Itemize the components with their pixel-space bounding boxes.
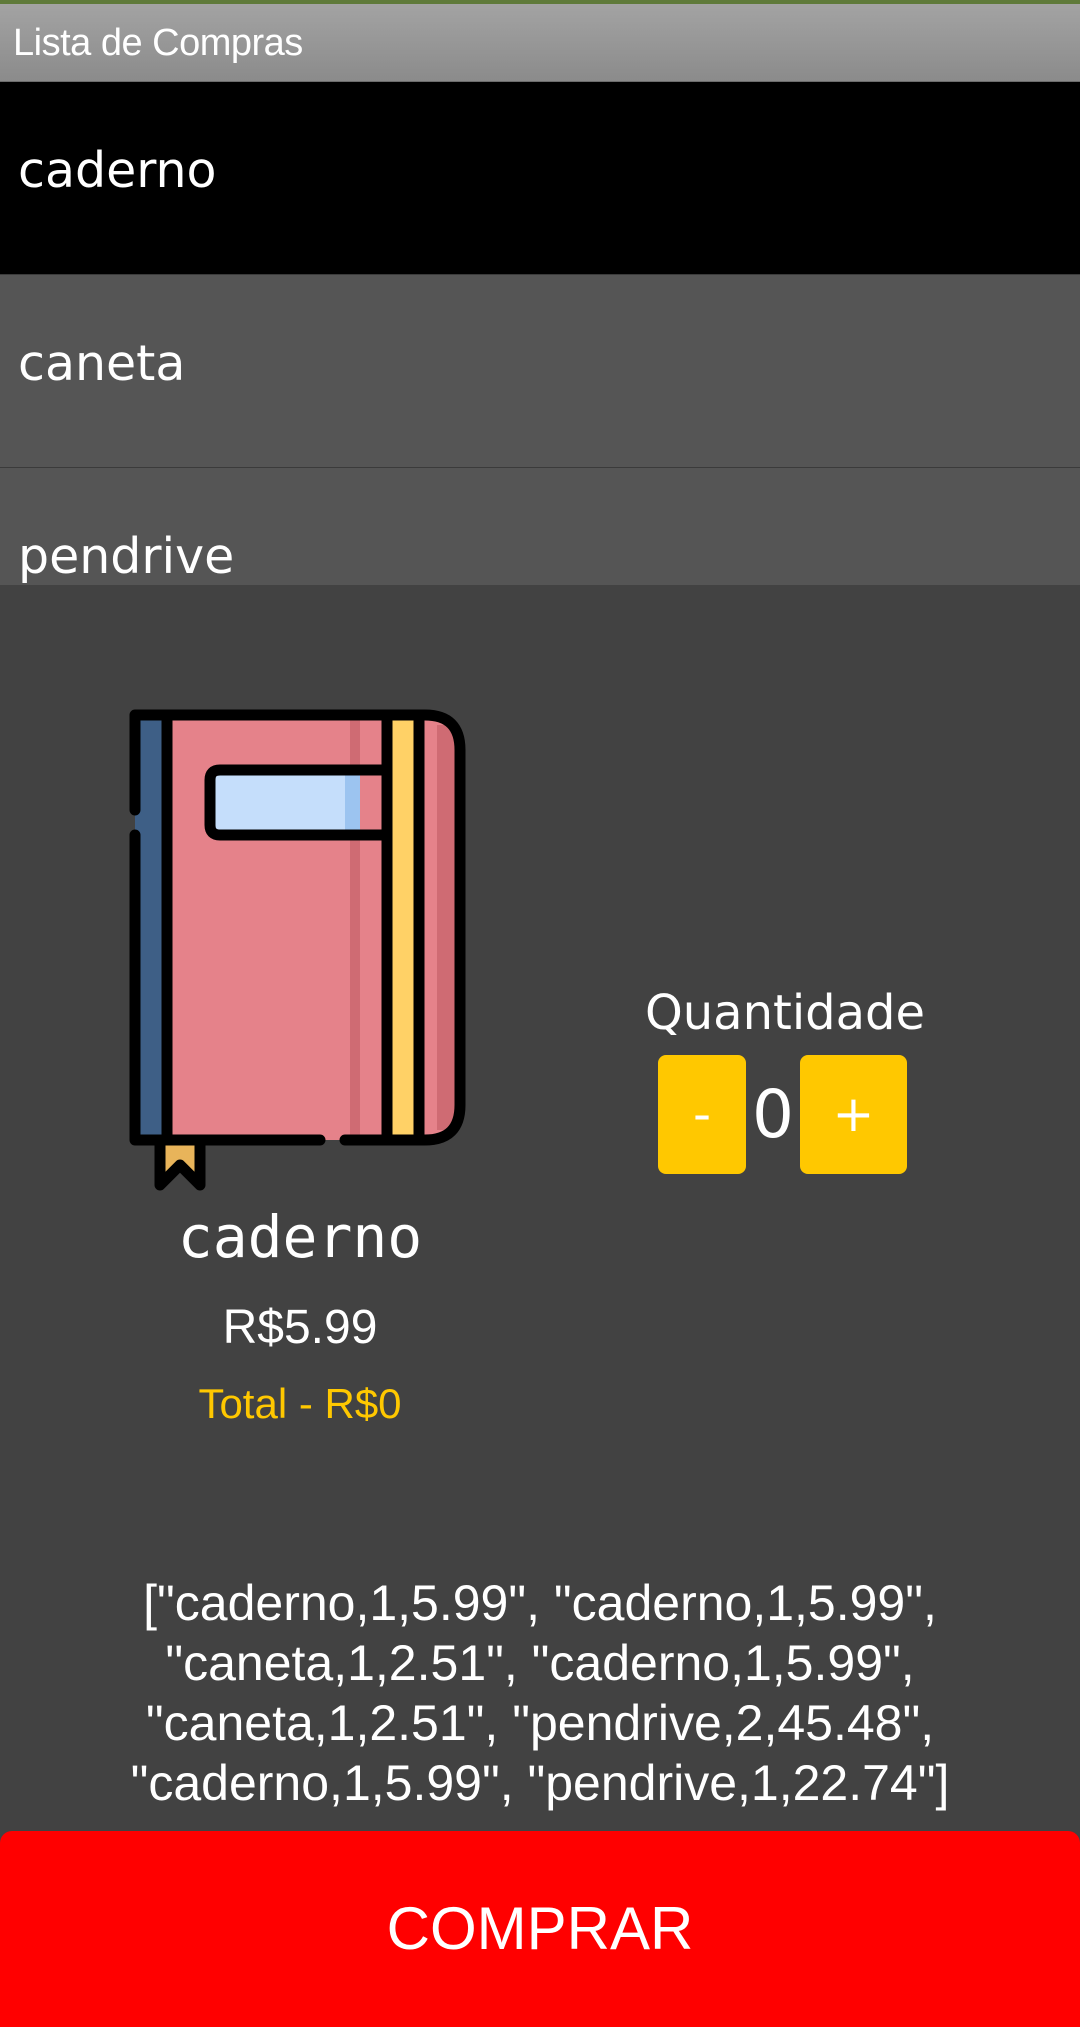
- increase-quantity-button[interactable]: +: [800, 1055, 907, 1174]
- list-item-label: caderno: [18, 142, 217, 199]
- list-item-label: pendrive: [18, 528, 235, 585]
- decrease-quantity-button[interactable]: -: [658, 1055, 746, 1174]
- product-name: caderno: [177, 1203, 423, 1271]
- notebook-icon: [129, 709, 466, 1191]
- quantity-label: Quantidade: [644, 985, 926, 1041]
- list-item-caneta[interactable]: caneta: [0, 275, 1080, 468]
- product-detail-panel: caderno R$5.99 Total - R$0 Quantidade - …: [0, 585, 1080, 1831]
- buy-button[interactable]: COMPRAR: [0, 1831, 1080, 2027]
- product-total: Total - R$0: [198, 1380, 402, 1427]
- list-item-caderno[interactable]: caderno: [0, 82, 1080, 275]
- list-item-label: caneta: [18, 335, 186, 392]
- product-list[interactable]: caderno caneta pendrive: [0, 82, 1080, 585]
- app-screen: Lista de Compras caderno caneta pendrive: [0, 0, 1080, 2027]
- list-item-pendrive[interactable]: pendrive: [0, 468, 1080, 585]
- product-price: R$5.99: [222, 1301, 378, 1354]
- quantity-value: 0: [752, 1076, 794, 1153]
- title-bar: Lista de Compras: [0, 4, 1080, 82]
- cart-contents-text: ["caderno,1,5.99", "caderno,1,5.99", "ca…: [130, 1575, 950, 1811]
- app-title: Lista de Compras: [13, 22, 303, 64]
